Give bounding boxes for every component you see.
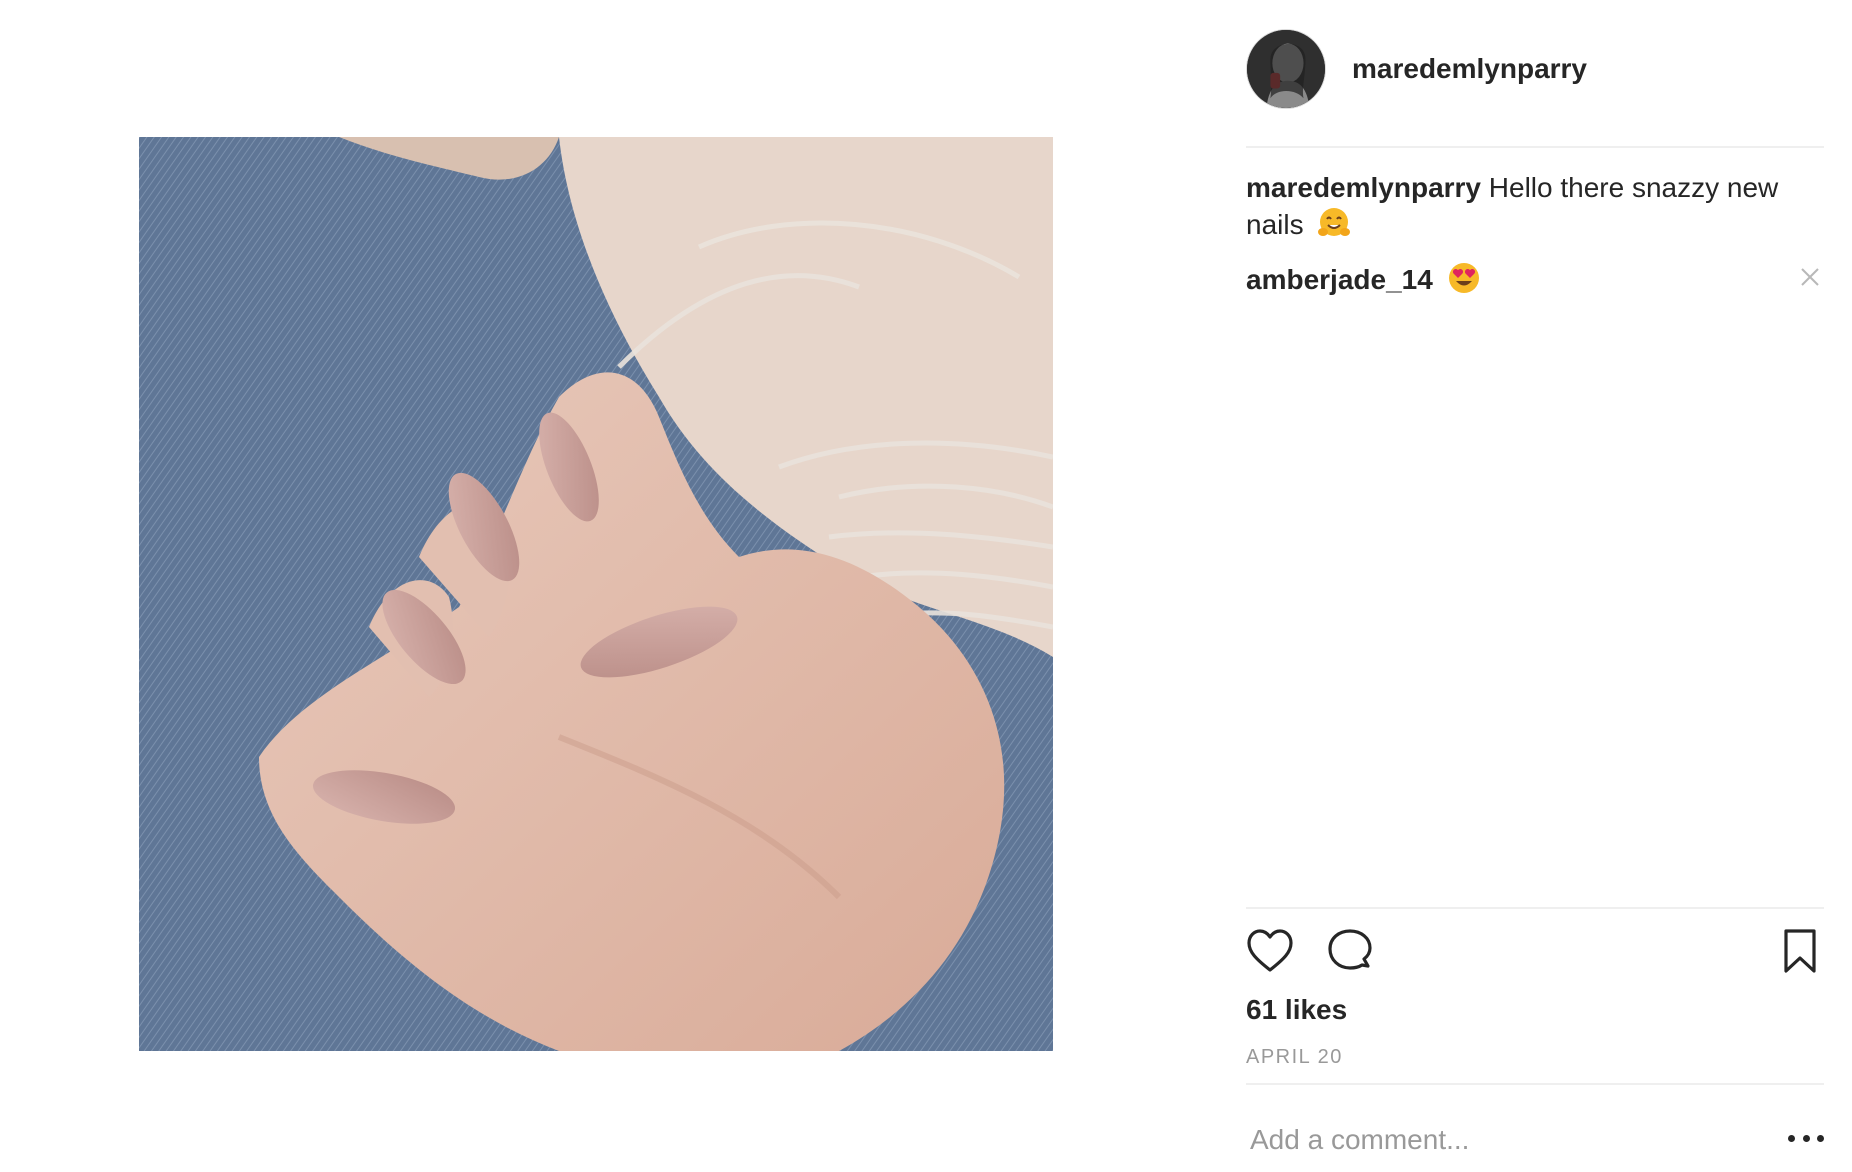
hugging-face-emoji-icon [1317, 206, 1351, 249]
comment-divider [1246, 1083, 1824, 1085]
author-avatar[interactable] [1246, 29, 1326, 109]
add-comment-input[interactable] [1246, 1110, 1754, 1170]
dot-icon [1817, 1134, 1824, 1142]
post-date: APRIL 20 [1246, 1046, 1343, 1068]
heart-eyes-emoji-icon [1447, 261, 1481, 304]
comment-icon[interactable] [1326, 928, 1374, 974]
dot-icon [1802, 1134, 1810, 1142]
dot-icon [1788, 1134, 1795, 1142]
avatar-icon [1247, 30, 1325, 108]
more-options-icon[interactable] [1788, 1128, 1824, 1148]
author-username[interactable]: maredemlynparry [1352, 53, 1587, 85]
heart-icon[interactable] [1246, 928, 1294, 974]
comment-item: amberjade_14 [1246, 261, 1824, 304]
likes-count[interactable]: 61 likes [1246, 994, 1347, 1026]
comment-username[interactable]: maredemlynparry [1246, 172, 1481, 203]
post-header: maredemlynparry [1246, 28, 1824, 110]
post-image [139, 137, 1053, 1051]
post-photo[interactable] [139, 137, 1053, 1051]
comment-username[interactable]: amberjade_14 [1246, 264, 1433, 295]
close-icon[interactable] [1796, 263, 1824, 291]
post-actions [1246, 928, 1824, 978]
comments-list: maredemlynparry Hello there snazzy new n… [1246, 170, 1824, 316]
actions-divider [1246, 907, 1824, 909]
bookmark-icon[interactable] [1776, 928, 1824, 974]
header-divider [1246, 146, 1824, 148]
comment-item: maredemlynparry Hello there snazzy new n… [1246, 170, 1824, 249]
